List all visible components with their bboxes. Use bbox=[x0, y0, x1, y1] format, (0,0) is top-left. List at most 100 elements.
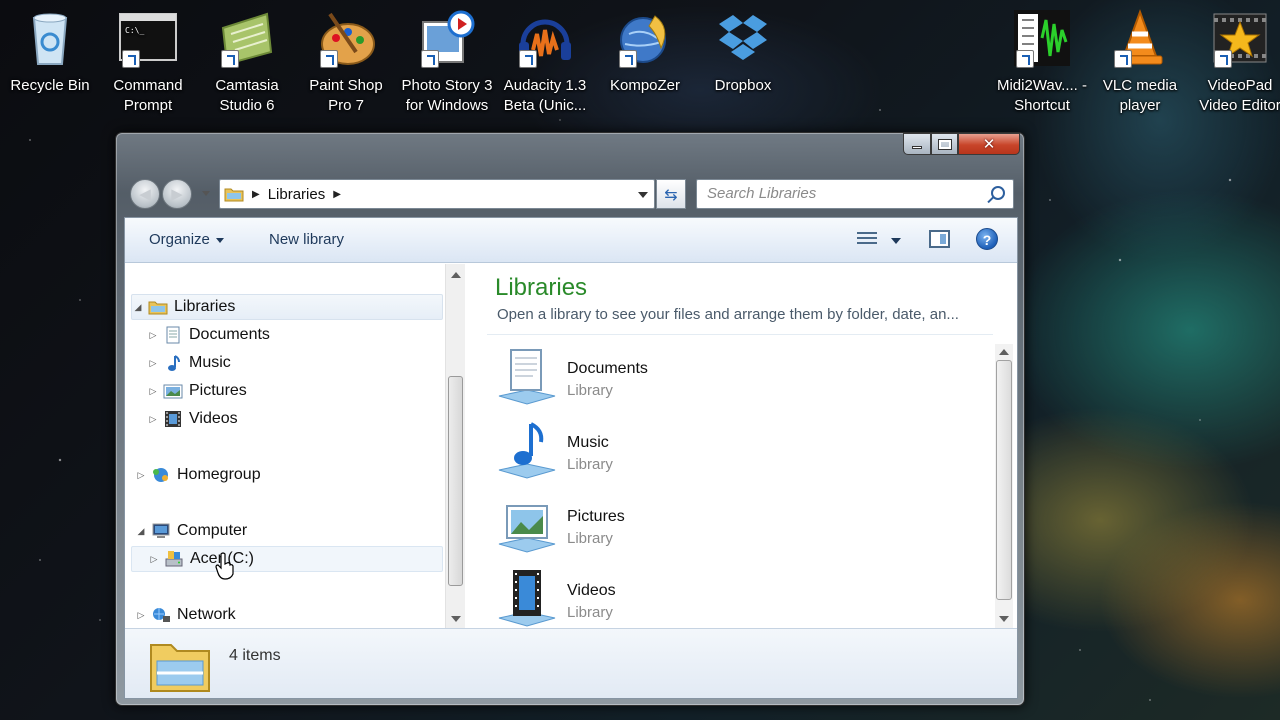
scroll-down-icon[interactable] bbox=[451, 616, 461, 622]
forward-button[interactable]: ▶ bbox=[162, 179, 192, 209]
pictures-icon bbox=[163, 384, 183, 399]
pictures-library-icon bbox=[498, 505, 556, 553]
maximize-icon bbox=[937, 138, 952, 150]
tree-collapsed-icon[interactable]: ▷ bbox=[148, 554, 160, 565]
tree-item-pictures[interactable]: ▷ Pictures bbox=[147, 378, 247, 404]
scroll-up-icon[interactable] bbox=[451, 272, 461, 278]
help-icon[interactable]: ? bbox=[976, 228, 998, 250]
address-bar[interactable]: ▶ Libraries ▶ bbox=[219, 179, 655, 209]
tree-collapsed-icon[interactable]: ▷ bbox=[135, 610, 147, 621]
change-view-icon[interactable] bbox=[857, 232, 877, 248]
page-subtitle: Open a library to see your files and arr… bbox=[497, 306, 959, 323]
shortcut-arrow-icon bbox=[421, 50, 439, 68]
documents-icon bbox=[166, 326, 180, 344]
scrollbar-thumb[interactable] bbox=[996, 360, 1012, 600]
minimize-button[interactable] bbox=[903, 133, 931, 155]
scrollbar-thumb[interactable] bbox=[448, 376, 463, 586]
paint-shop-pro-icon bbox=[316, 8, 376, 68]
refresh-button[interactable]: ⇆ bbox=[656, 179, 686, 209]
photo-story-icon bbox=[417, 8, 477, 68]
computer-icon bbox=[152, 523, 170, 538]
search-icon[interactable] bbox=[991, 186, 1005, 200]
divider bbox=[487, 334, 993, 335]
tree-expanded-icon[interactable]: ◢ bbox=[135, 526, 147, 537]
command-prompt-icon: C:\_ bbox=[118, 8, 178, 68]
libraries-folder-icon bbox=[148, 301, 168, 315]
details-pane: 4 items bbox=[125, 628, 1017, 698]
view-options-dropdown[interactable] bbox=[891, 238, 901, 244]
chevron-down-icon bbox=[215, 237, 224, 243]
tree-expanded-icon[interactable]: ◢ bbox=[132, 302, 144, 313]
scroll-up-icon[interactable] bbox=[999, 349, 1009, 355]
content-scrollbar[interactable] bbox=[995, 344, 1013, 628]
library-item-pictures[interactable]: Pictures Library bbox=[495, 494, 795, 560]
explorer-body: Organize New library ? ◢ Libraries ▷ Doc… bbox=[124, 217, 1018, 699]
desktop-icon-kompozer[interactable]: KompoZer bbox=[595, 8, 695, 96]
desktop-icon-photo-story[interactable]: Photo Story 3 for Windows bbox=[397, 8, 497, 116]
refresh-icon: ⇆ bbox=[664, 184, 678, 204]
tree-collapsed-icon[interactable]: ▷ bbox=[147, 358, 159, 369]
desktop-icon-midi2wav[interactable]: Midi2Wav.... - Shortcut bbox=[992, 8, 1092, 116]
maximize-button[interactable] bbox=[931, 133, 958, 155]
back-button[interactable]: ◀ bbox=[130, 179, 160, 209]
tree-collapsed-icon[interactable]: ▷ bbox=[147, 330, 159, 341]
tree-item-computer[interactable]: ◢ Computer bbox=[135, 518, 248, 544]
tree-item-libraries[interactable]: ◢ Libraries bbox=[131, 294, 443, 320]
desktop-icon-recycle-bin[interactable]: Recycle Bin bbox=[0, 8, 100, 96]
address-history-dropdown[interactable] bbox=[638, 192, 648, 198]
shortcut-arrow-icon bbox=[519, 50, 537, 68]
breadcrumb-separator-icon[interactable]: ▶ bbox=[333, 189, 341, 200]
desktop-icon-paint-shop-pro[interactable]: Paint Shop Pro 7 bbox=[296, 8, 396, 116]
organize-menu[interactable]: Organize bbox=[149, 231, 224, 248]
back-arrow-icon: ◀ bbox=[139, 185, 151, 203]
tree-collapsed-icon[interactable]: ▷ bbox=[147, 386, 159, 397]
network-icon bbox=[153, 608, 170, 622]
hard-drive-icon bbox=[165, 551, 183, 567]
breadcrumb-libraries[interactable]: Libraries bbox=[268, 186, 326, 203]
recent-pages-dropdown[interactable] bbox=[202, 191, 210, 196]
tree-item-network[interactable]: ▷ Network bbox=[135, 602, 236, 628]
shortcut-arrow-icon bbox=[1114, 50, 1132, 68]
tree-item-homegroup[interactable]: ▷ Homegroup bbox=[135, 462, 261, 488]
shortcut-arrow-icon bbox=[122, 50, 140, 68]
shortcut-arrow-icon bbox=[221, 50, 239, 68]
audacity-icon bbox=[515, 8, 575, 68]
tree-item-documents[interactable]: ▷ Documents bbox=[147, 322, 270, 348]
scroll-down-icon[interactable] bbox=[999, 616, 1009, 622]
homegroup-icon bbox=[153, 468, 168, 482]
organize-label: Organize bbox=[149, 231, 210, 248]
library-item-music[interactable]: Music Library bbox=[495, 420, 795, 486]
shortcut-arrow-icon bbox=[1016, 50, 1034, 68]
library-item-documents[interactable]: Documents Library bbox=[495, 346, 795, 412]
desktop-icon-camtasia[interactable]: Camtasia Studio 6 bbox=[197, 8, 297, 116]
close-icon: ✕ bbox=[982, 135, 996, 153]
videos-filmstrip-icon bbox=[165, 411, 181, 427]
libraries-folder-icon bbox=[224, 188, 244, 202]
vlc-icon bbox=[1110, 8, 1170, 68]
minimize-icon bbox=[912, 145, 922, 149]
library-item-videos[interactable]: Videos Library bbox=[495, 568, 795, 634]
tree-collapsed-icon[interactable]: ▷ bbox=[135, 470, 147, 481]
breadcrumb-separator-icon[interactable]: ▶ bbox=[252, 189, 260, 200]
tree-item-music[interactable]: ▷ Music bbox=[147, 350, 231, 376]
desktop-icon-dropbox[interactable]: Dropbox bbox=[693, 8, 793, 96]
close-button[interactable]: ✕ bbox=[958, 133, 1020, 155]
shortcut-arrow-icon bbox=[1214, 50, 1232, 68]
desktop-icon-videopad[interactable]: VideoPad Video Editor bbox=[1190, 8, 1280, 116]
music-note-icon bbox=[168, 355, 180, 371]
tree-item-drive-c[interactable]: ▷ Acer (C:) bbox=[131, 546, 443, 572]
desktop-icon-command-prompt[interactable]: C:\_ Command Prompt bbox=[98, 8, 198, 116]
content-pane: Libraries Open a library to see your fil… bbox=[471, 264, 1017, 628]
tree-item-videos[interactable]: ▷ Videos bbox=[147, 406, 238, 432]
navigation-scrollbar[interactable] bbox=[445, 264, 465, 628]
tree-collapsed-icon[interactable]: ▷ bbox=[147, 414, 159, 425]
search-placeholder: Search Libraries bbox=[707, 185, 817, 202]
new-library-button[interactable]: New library bbox=[269, 231, 344, 248]
desktop-icon-vlc[interactable]: VLC media player bbox=[1090, 8, 1190, 116]
search-input[interactable]: Search Libraries bbox=[696, 179, 1014, 209]
preview-pane-icon[interactable] bbox=[929, 230, 950, 248]
music-library-icon bbox=[498, 422, 556, 479]
page-title: Libraries bbox=[495, 274, 588, 301]
documents-library-icon bbox=[498, 349, 556, 405]
desktop-icon-audacity[interactable]: Audacity 1.3 Beta (Unic... bbox=[495, 8, 595, 116]
